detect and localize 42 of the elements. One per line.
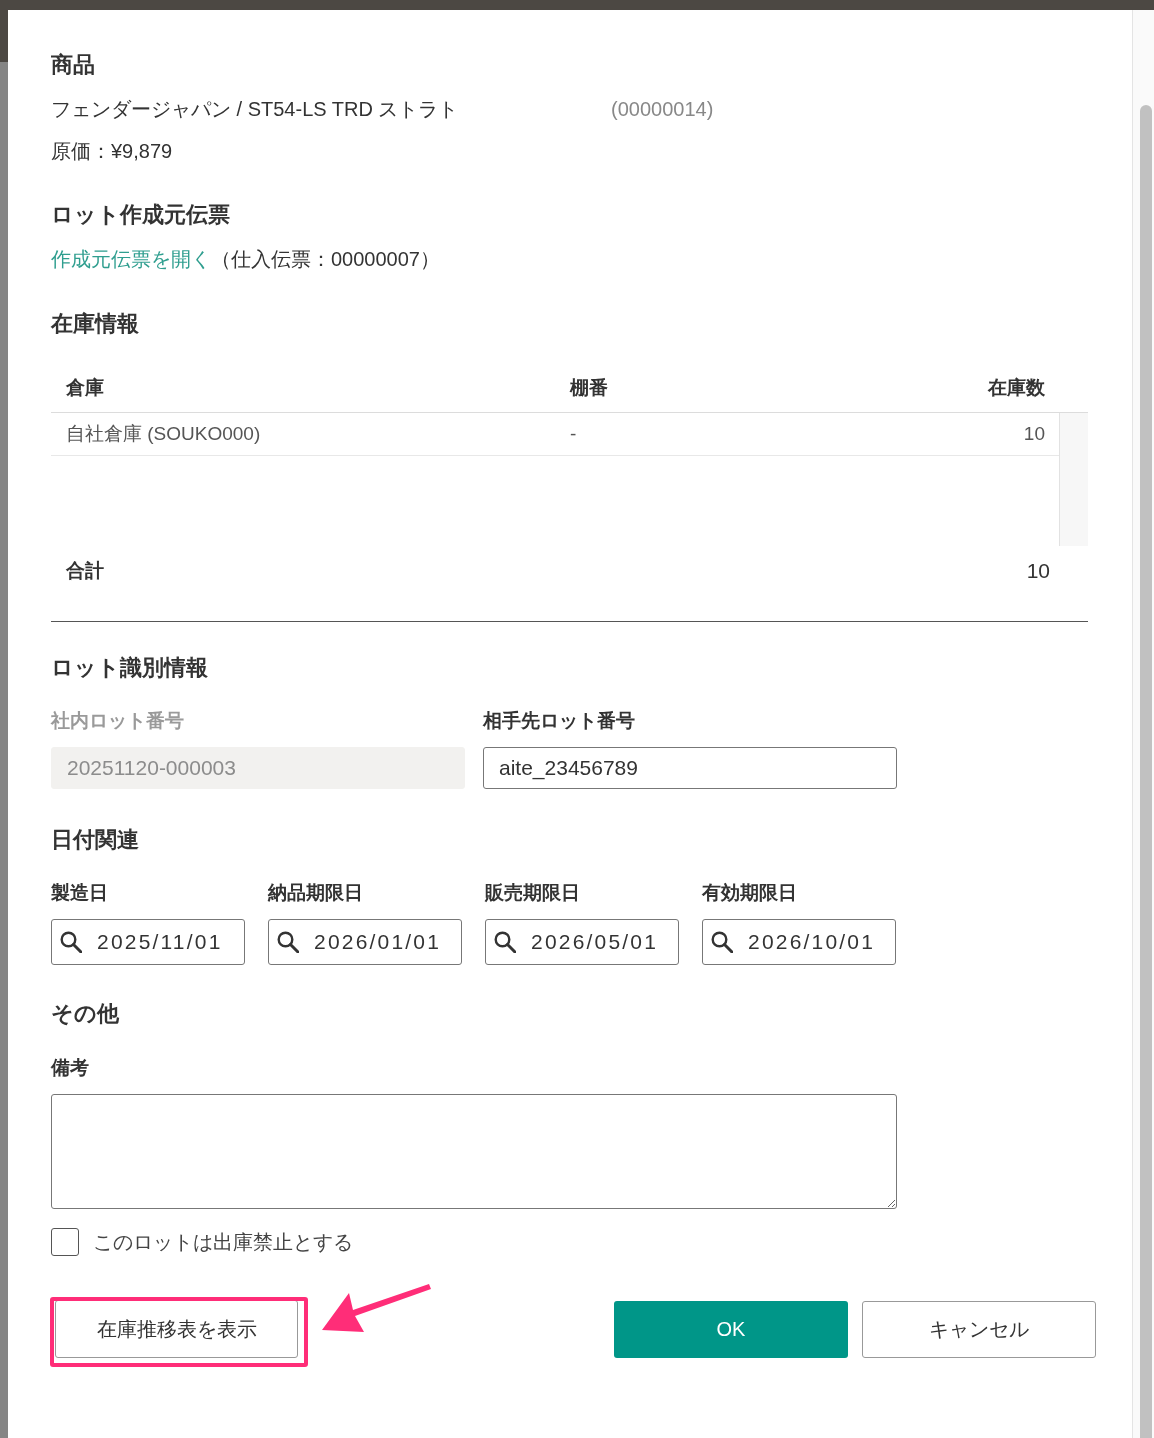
product-name: フェンダージャパン / ST54-LS TRD ストラト: [51, 97, 460, 122]
search-icon: [277, 931, 299, 953]
section-heading: 日付関連: [51, 826, 140, 854]
field-label: 販売期限日: [485, 881, 580, 905]
lot-number-field[interactable]: aite_23456789: [483, 747, 897, 789]
lot-number-field: 20251120-000003: [51, 747, 465, 789]
total-value: 10: [1026, 559, 1050, 583]
product-code: (00000014): [611, 97, 714, 122]
stock-history-button[interactable]: 在庫推移表を表示: [55, 1300, 298, 1358]
date-field[interactable]: 2025/11/01: [51, 919, 245, 965]
section-heading: ロット識別情報: [51, 654, 209, 682]
table-cell-text: 自社倉庫 (SOUKO000): [65, 422, 262, 446]
date-field[interactable]: 2026/05/01: [485, 919, 679, 965]
section-heading: 在庫情報: [51, 310, 140, 338]
date-field[interactable]: 2026/10/01: [702, 919, 896, 965]
field-label: 製造日: [51, 881, 108, 905]
field-label: 社内ロット番号: [51, 709, 184, 733]
date-field[interactable]: 2026/01/01: [268, 919, 462, 965]
field-label: 相手先ロット番号: [483, 709, 635, 733]
column-header: 倉庫: [65, 376, 105, 400]
remarks-field[interactable]: [51, 1094, 897, 1209]
column-header: 在庫数: [988, 376, 1045, 400]
search-icon: [711, 931, 733, 953]
field-label: 有効期限日: [702, 881, 797, 905]
section-heading: その他: [51, 1000, 120, 1028]
total-label: 合計: [66, 559, 104, 583]
cost-price: 原価：¥9,879: [51, 139, 174, 164]
column-header: 棚番: [570, 376, 609, 400]
search-icon: [60, 931, 82, 953]
field-label: 納品期限日: [268, 881, 363, 905]
search-icon: [494, 931, 516, 953]
table-cell: 10: [1023, 423, 1045, 445]
checkbox-label: このロットは出庫禁止とする: [93, 1229, 353, 1255]
cancel-button[interactable]: キャンセル: [862, 1301, 1096, 1358]
section-heading: ロット作成元伝票: [51, 201, 231, 229]
source-slip-detail: （仕入伝票：00000007）: [211, 247, 440, 272]
field-label: 備考: [51, 1056, 90, 1080]
scrollbar-thumb[interactable]: [1140, 105, 1152, 1438]
section-heading: 商品: [51, 51, 96, 79]
table-cell-text: -: [570, 423, 578, 445]
checkbox[interactable]: [51, 1228, 79, 1256]
ok-button[interactable]: OK: [614, 1301, 848, 1358]
